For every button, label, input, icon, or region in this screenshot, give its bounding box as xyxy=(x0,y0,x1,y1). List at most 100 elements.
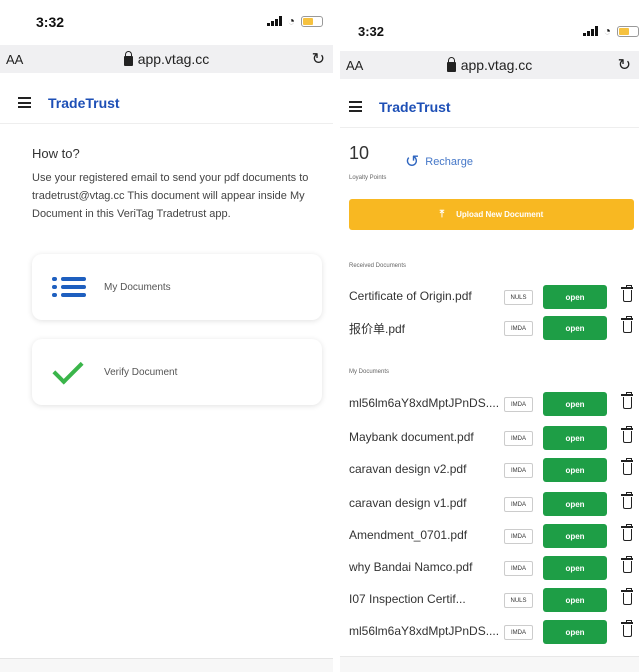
document-row: ml56lm6aY8xdMptJPnDS.... IMDA open xyxy=(349,618,639,646)
document-row: 报价单.pdf IMDA open xyxy=(349,314,639,342)
reload-icon[interactable]: ↻ xyxy=(312,49,325,69)
my-documents-label: My Documents xyxy=(349,369,390,375)
battery-icon xyxy=(617,25,639,37)
network-tag: NULS xyxy=(504,290,533,305)
status-bar: 3:32 ◔ xyxy=(340,0,639,44)
document-row: why Bandai Namco.pdf IMDA open xyxy=(349,554,639,582)
trash-icon[interactable] xyxy=(621,316,633,333)
trash-icon[interactable] xyxy=(621,556,633,573)
upload-icon: ⤒ xyxy=(439,209,445,220)
recharge-button[interactable]: ↺ Recharge xyxy=(405,153,473,170)
network-tag: IMDA xyxy=(504,321,533,336)
brand-title: TradeTrust xyxy=(48,94,120,111)
address[interactable]: app.vtag.cc xyxy=(0,50,333,67)
lock-icon xyxy=(123,50,133,66)
text-size-button[interactable]: AA xyxy=(6,52,23,67)
howto-title: How to? xyxy=(32,146,80,161)
loyalty-points-label: Loyalty Points xyxy=(349,175,387,181)
trash-icon[interactable] xyxy=(621,588,633,605)
browser-toolbar xyxy=(340,656,639,672)
network-tag: IMDA xyxy=(504,529,533,544)
trash-icon[interactable] xyxy=(621,426,633,443)
lock-icon xyxy=(446,56,456,72)
verify-document-label: Verify Document xyxy=(104,366,178,378)
loyalty-points-value: 10 xyxy=(349,143,370,163)
open-button[interactable]: open xyxy=(543,556,607,580)
network-tag: IMDA xyxy=(504,561,533,576)
my-documents-card[interactable]: My Documents xyxy=(32,254,322,320)
url-bar[interactable]: AA app.vtag.cc ↻ xyxy=(0,45,333,73)
text-size-button[interactable]: AA xyxy=(346,58,363,73)
trash-icon[interactable] xyxy=(621,620,633,637)
upload-new-document-button[interactable]: ⤒ Upload New Document xyxy=(349,199,634,230)
document-row: I07 Inspection Certif... NULS open xyxy=(349,586,639,614)
open-button[interactable]: open xyxy=(543,426,607,450)
document-row: Amendment_0701.pdf IMDA open xyxy=(349,522,639,550)
status-icons: ◔ xyxy=(266,14,323,28)
open-button[interactable]: open xyxy=(543,285,607,309)
signal-icon xyxy=(582,26,598,36)
hamburger-menu-icon[interactable] xyxy=(349,101,362,112)
hamburger-menu-icon[interactable] xyxy=(18,97,31,108)
trash-icon[interactable] xyxy=(621,524,633,541)
document-name: Maybank document.pdf xyxy=(349,430,474,444)
open-button[interactable]: open xyxy=(543,316,607,340)
browser-toolbar xyxy=(0,658,333,672)
trash-icon[interactable] xyxy=(621,458,633,475)
my-documents-label: My Documents xyxy=(104,281,171,293)
status-time: 3:32 xyxy=(358,24,385,39)
left-screen: 3:32 ◔ AA app.vtag.cc ↻ TradeTrust How t… xyxy=(0,0,333,672)
wifi-icon: ◔ xyxy=(287,14,295,28)
open-button[interactable]: open xyxy=(543,524,607,548)
document-row: caravan design v2.pdf IMDA open xyxy=(349,456,639,484)
howto-description: Use your registered email to send your p… xyxy=(32,172,309,220)
status-bar: 3:32 ◔ xyxy=(0,0,333,44)
wifi-icon: ◔ xyxy=(603,24,611,38)
app-header: TradeTrust xyxy=(340,86,639,128)
check-icon xyxy=(52,353,84,385)
document-name: 报价单.pdf xyxy=(349,322,406,336)
network-tag: IMDA xyxy=(504,625,533,640)
url-text: app.vtag.cc xyxy=(137,51,210,67)
address[interactable]: app.vtag.cc xyxy=(340,56,639,73)
network-tag: IMDA xyxy=(504,463,533,478)
url-bar[interactable]: AA app.vtag.cc ↻ xyxy=(340,51,639,79)
document-name: Amendment_0701.pdf xyxy=(349,528,468,542)
list-icon xyxy=(52,277,86,297)
refresh-icon: ↺ xyxy=(405,152,420,171)
document-name: ml56lm6aY8xdMptJPnDS.... xyxy=(349,396,500,410)
trash-icon[interactable] xyxy=(621,392,633,409)
open-button[interactable]: open xyxy=(543,492,607,516)
document-name: Certificate of Origin.pdf xyxy=(349,289,472,303)
upload-label: Upload New Document xyxy=(456,210,544,219)
document-row: ml56lm6aY8xdMptJPnDS.... IMDA open xyxy=(349,390,639,418)
open-button[interactable]: open xyxy=(543,392,607,416)
document-name: I07 Inspection Certif... xyxy=(349,592,466,606)
brand-title: TradeTrust xyxy=(379,98,451,115)
reload-icon[interactable]: ↻ xyxy=(618,55,631,75)
document-row: caravan design v1.pdf IMDA open xyxy=(349,490,639,518)
app-header: TradeTrust xyxy=(0,82,333,124)
recharge-label: Recharge xyxy=(425,155,473,168)
right-screen: 3:32 ◔ AA app.vtag.cc ↻ TradeTrust 10 Lo… xyxy=(340,0,639,672)
open-button[interactable]: open xyxy=(543,588,607,612)
received-documents-label: Received Documents xyxy=(349,263,407,269)
trash-icon[interactable] xyxy=(621,492,633,509)
document-row: Certificate of Origin.pdf NULS open xyxy=(349,283,639,311)
open-button[interactable]: open xyxy=(543,620,607,644)
url-text: app.vtag.cc xyxy=(460,57,533,73)
document-row: Maybank document.pdf IMDA open xyxy=(349,424,639,452)
network-tag: IMDA xyxy=(504,431,533,446)
document-name: caravan design v1.pdf xyxy=(349,496,467,510)
network-tag: IMDA xyxy=(504,397,533,412)
signal-icon xyxy=(266,16,282,26)
verify-document-card[interactable]: Verify Document xyxy=(32,339,322,405)
network-tag: NULS xyxy=(504,593,533,608)
trash-icon[interactable] xyxy=(621,285,633,302)
network-tag: IMDA xyxy=(504,497,533,512)
document-name: why Bandai Namco.pdf xyxy=(349,560,473,574)
status-icons: ◔ xyxy=(582,24,639,38)
open-button[interactable]: open xyxy=(543,458,607,482)
document-name: caravan design v2.pdf xyxy=(349,462,467,476)
battery-icon xyxy=(301,15,323,27)
